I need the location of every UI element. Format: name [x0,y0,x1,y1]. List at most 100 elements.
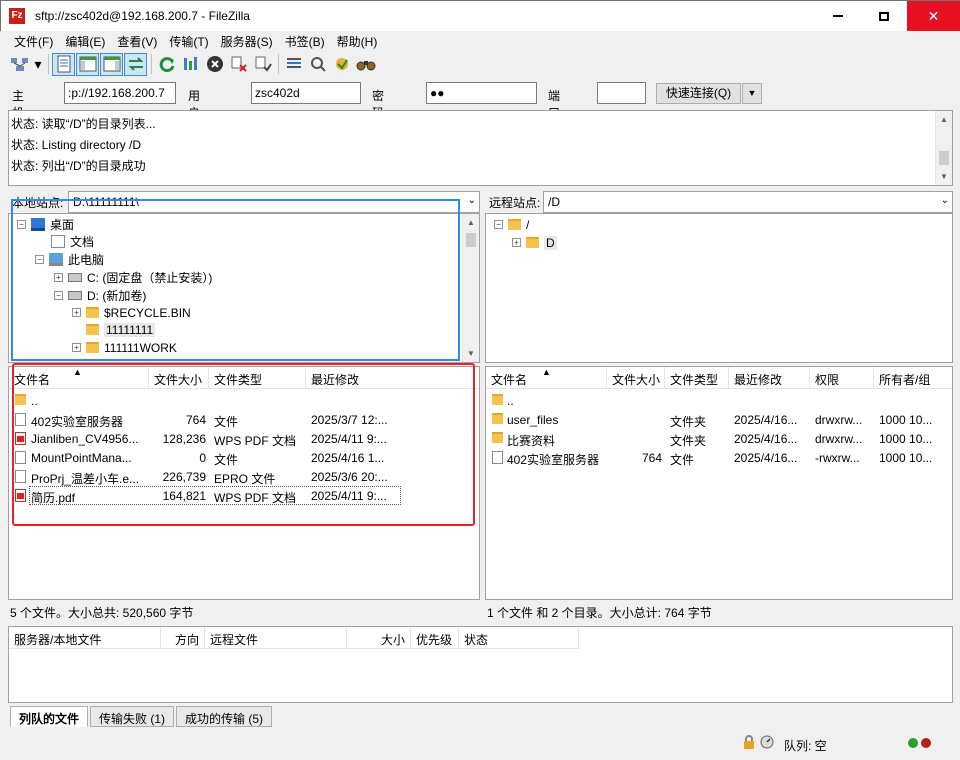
column-header-type[interactable]: 文件类型 [665,367,729,389]
remote-site-path[interactable]: /D ⌄ [543,191,953,213]
file-size: 764 [641,451,662,465]
folder-icon [492,432,503,443]
menu-server[interactable]: 服务器(S) [215,31,279,51]
folder-icon [492,413,503,424]
toolbar: ▾ [8,51,378,77]
speed-limit-icon[interactable] [760,735,774,749]
remote-site-label: 远程站点: [489,196,541,210]
remote-site-path-text: /D [548,195,560,209]
queue-status: 队列: 空 [784,739,827,753]
file-owner: 1000 10... [879,451,933,465]
password-input[interactable]: ●● [426,82,537,104]
queue-header-direction[interactable]: 方向 [161,627,205,649]
queue-tabs: 列队的文件 传输失败 (1) 成功的传输 (5) [10,706,274,728]
filter-icon[interactable] [282,53,305,76]
menu-bar: 文件(F) 编辑(E) 查看(V) 传输(T) 服务器(S) 书签(B) 帮助(… [8,31,383,51]
transfer-queue: 服务器/本地文件 方向 远程文件 大小 优先级 状态 [8,626,953,703]
transfer-queue-icon[interactable] [124,52,147,76]
log-line: 状态: Listing directory /D [11,138,142,152]
remote-tree-icon[interactable] [100,52,123,76]
tab-queued-files[interactable]: 列队的文件 [10,706,89,727]
file-type: 文件夹 [670,415,707,429]
refresh-icon[interactable] [155,53,178,76]
toolbar-separator [151,54,152,74]
tab-successful-transfers[interactable]: 成功的传输 (5) [176,706,273,727]
table-row[interactable]: .. [486,391,952,410]
close-button[interactable]: ✕ [907,1,960,31]
file-name: 402实验室服务器 [507,453,600,467]
menu-transfer[interactable]: 传输(T) [163,31,214,51]
username-input[interactable]: zsc402d [251,82,361,104]
tree-item-d[interactable]: + D [512,234,557,251]
local-tree-scrollbar[interactable]: ▲ ▼ [462,214,479,362]
scroll-down-icon[interactable]: ▼ [936,168,952,185]
quickconnect-button[interactable]: 快速连接(Q) [656,83,741,104]
queue-header-priority[interactable]: 优先级 [411,627,459,649]
menu-bookmarks[interactable]: 书签(B) [279,31,331,51]
log-line: 状态: 读取“/D”的目录列表... [11,117,156,131]
table-row[interactable]: user_files 文件夹 2025/4/16... drwxrw... 10… [486,410,952,429]
minimize-button[interactable] [815,1,861,31]
file-owner: 1000 10... [879,432,933,446]
host-input[interactable]: :p://192.168.200.7 [64,82,176,104]
chevron-down-icon[interactable]: ⌄ [468,195,476,206]
quickconnect-dropdown-button[interactable]: ▼ [742,83,762,104]
queue-header-remote[interactable]: 远程文件 [205,627,347,649]
queue-header-status[interactable]: 状态 [459,627,579,649]
file-name: user_files [507,413,559,427]
close-icon: ✕ [927,7,940,24]
file-modified: 2025/4/16... [734,432,798,446]
menu-view[interactable]: 查看(V) [111,31,163,51]
column-header-owner[interactable]: 所有者/组 [874,367,952,389]
local-tree-icon[interactable] [76,52,99,76]
column-header-size[interactable]: 文件大小 [607,367,665,389]
tree-item-root[interactable]: − / [494,216,529,233]
column-header-modified[interactable]: 最近修改 [729,367,810,389]
tree-item-label: / [526,217,530,232]
table-row[interactable]: 402实验室服务器 764 文件 2025/4/16... -rwxrw... … [486,448,952,467]
process-queue-icon[interactable] [179,53,202,76]
port-input[interactable] [597,82,646,104]
menu-help[interactable]: 帮助(H) [331,31,384,51]
scroll-thumb[interactable] [466,233,476,247]
scroll-thumb[interactable] [939,151,949,165]
compare-icon[interactable] [306,53,329,76]
column-header-permissions[interactable]: 权限 [810,367,874,389]
queue-header-local[interactable]: 服务器/本地文件 [9,627,161,649]
status-light-red-icon [921,738,931,748]
log-line: 状态: 列出“/D”的目录成功 [11,159,146,173]
expand-icon[interactable]: + [512,238,521,247]
reconnect-icon[interactable] [251,53,274,76]
dropdown-arrow-icon[interactable]: ▾ [32,53,44,76]
file-type: 文件夹 [670,434,707,448]
queue-header-size[interactable]: 大小 [347,627,411,649]
toolbar-separator [278,54,279,74]
maximize-icon [879,11,889,21]
lock-icon [742,735,756,749]
maximize-button[interactable] [861,1,907,31]
file-modified: 2025/4/16... [734,451,798,465]
disconnect-icon[interactable] [227,53,250,76]
file-icon [492,451,503,464]
window-title: sftp://zsc402d@192.168.200.7 - FileZilla [35,9,250,23]
log-scrollbar[interactable]: ▲ ▼ [935,111,952,185]
message-log-icon[interactable] [52,52,75,76]
scroll-up-icon[interactable]: ▲ [463,214,479,231]
site-manager-icon[interactable] [8,53,31,76]
search-icon[interactable] [354,53,377,76]
menu-file[interactable]: 文件(F) [8,31,59,51]
red-highlight-box [12,363,475,526]
minimize-icon [833,15,843,17]
remote-file-list: 文件名 ▲ 文件大小 文件类型 最近修改 权限 所有者/组 .. user_fi… [485,366,953,600]
toolbar-separator [48,54,49,74]
menu-edit[interactable]: 编辑(E) [59,31,111,51]
file-modified: 2025/4/16... [734,413,798,427]
cancel-icon[interactable] [203,53,226,76]
collapse-icon[interactable]: − [494,220,503,229]
sync-browse-icon[interactable] [330,53,353,76]
scroll-down-icon[interactable]: ▼ [463,345,479,362]
chevron-down-icon[interactable]: ⌄ [941,195,949,206]
tab-failed-transfers[interactable]: 传输失败 (1) [90,706,175,727]
table-row[interactable]: 比赛资料 文件夹 2025/4/16... drwxrw... 1000 10.… [486,429,952,448]
scroll-up-icon[interactable]: ▲ [936,111,952,128]
